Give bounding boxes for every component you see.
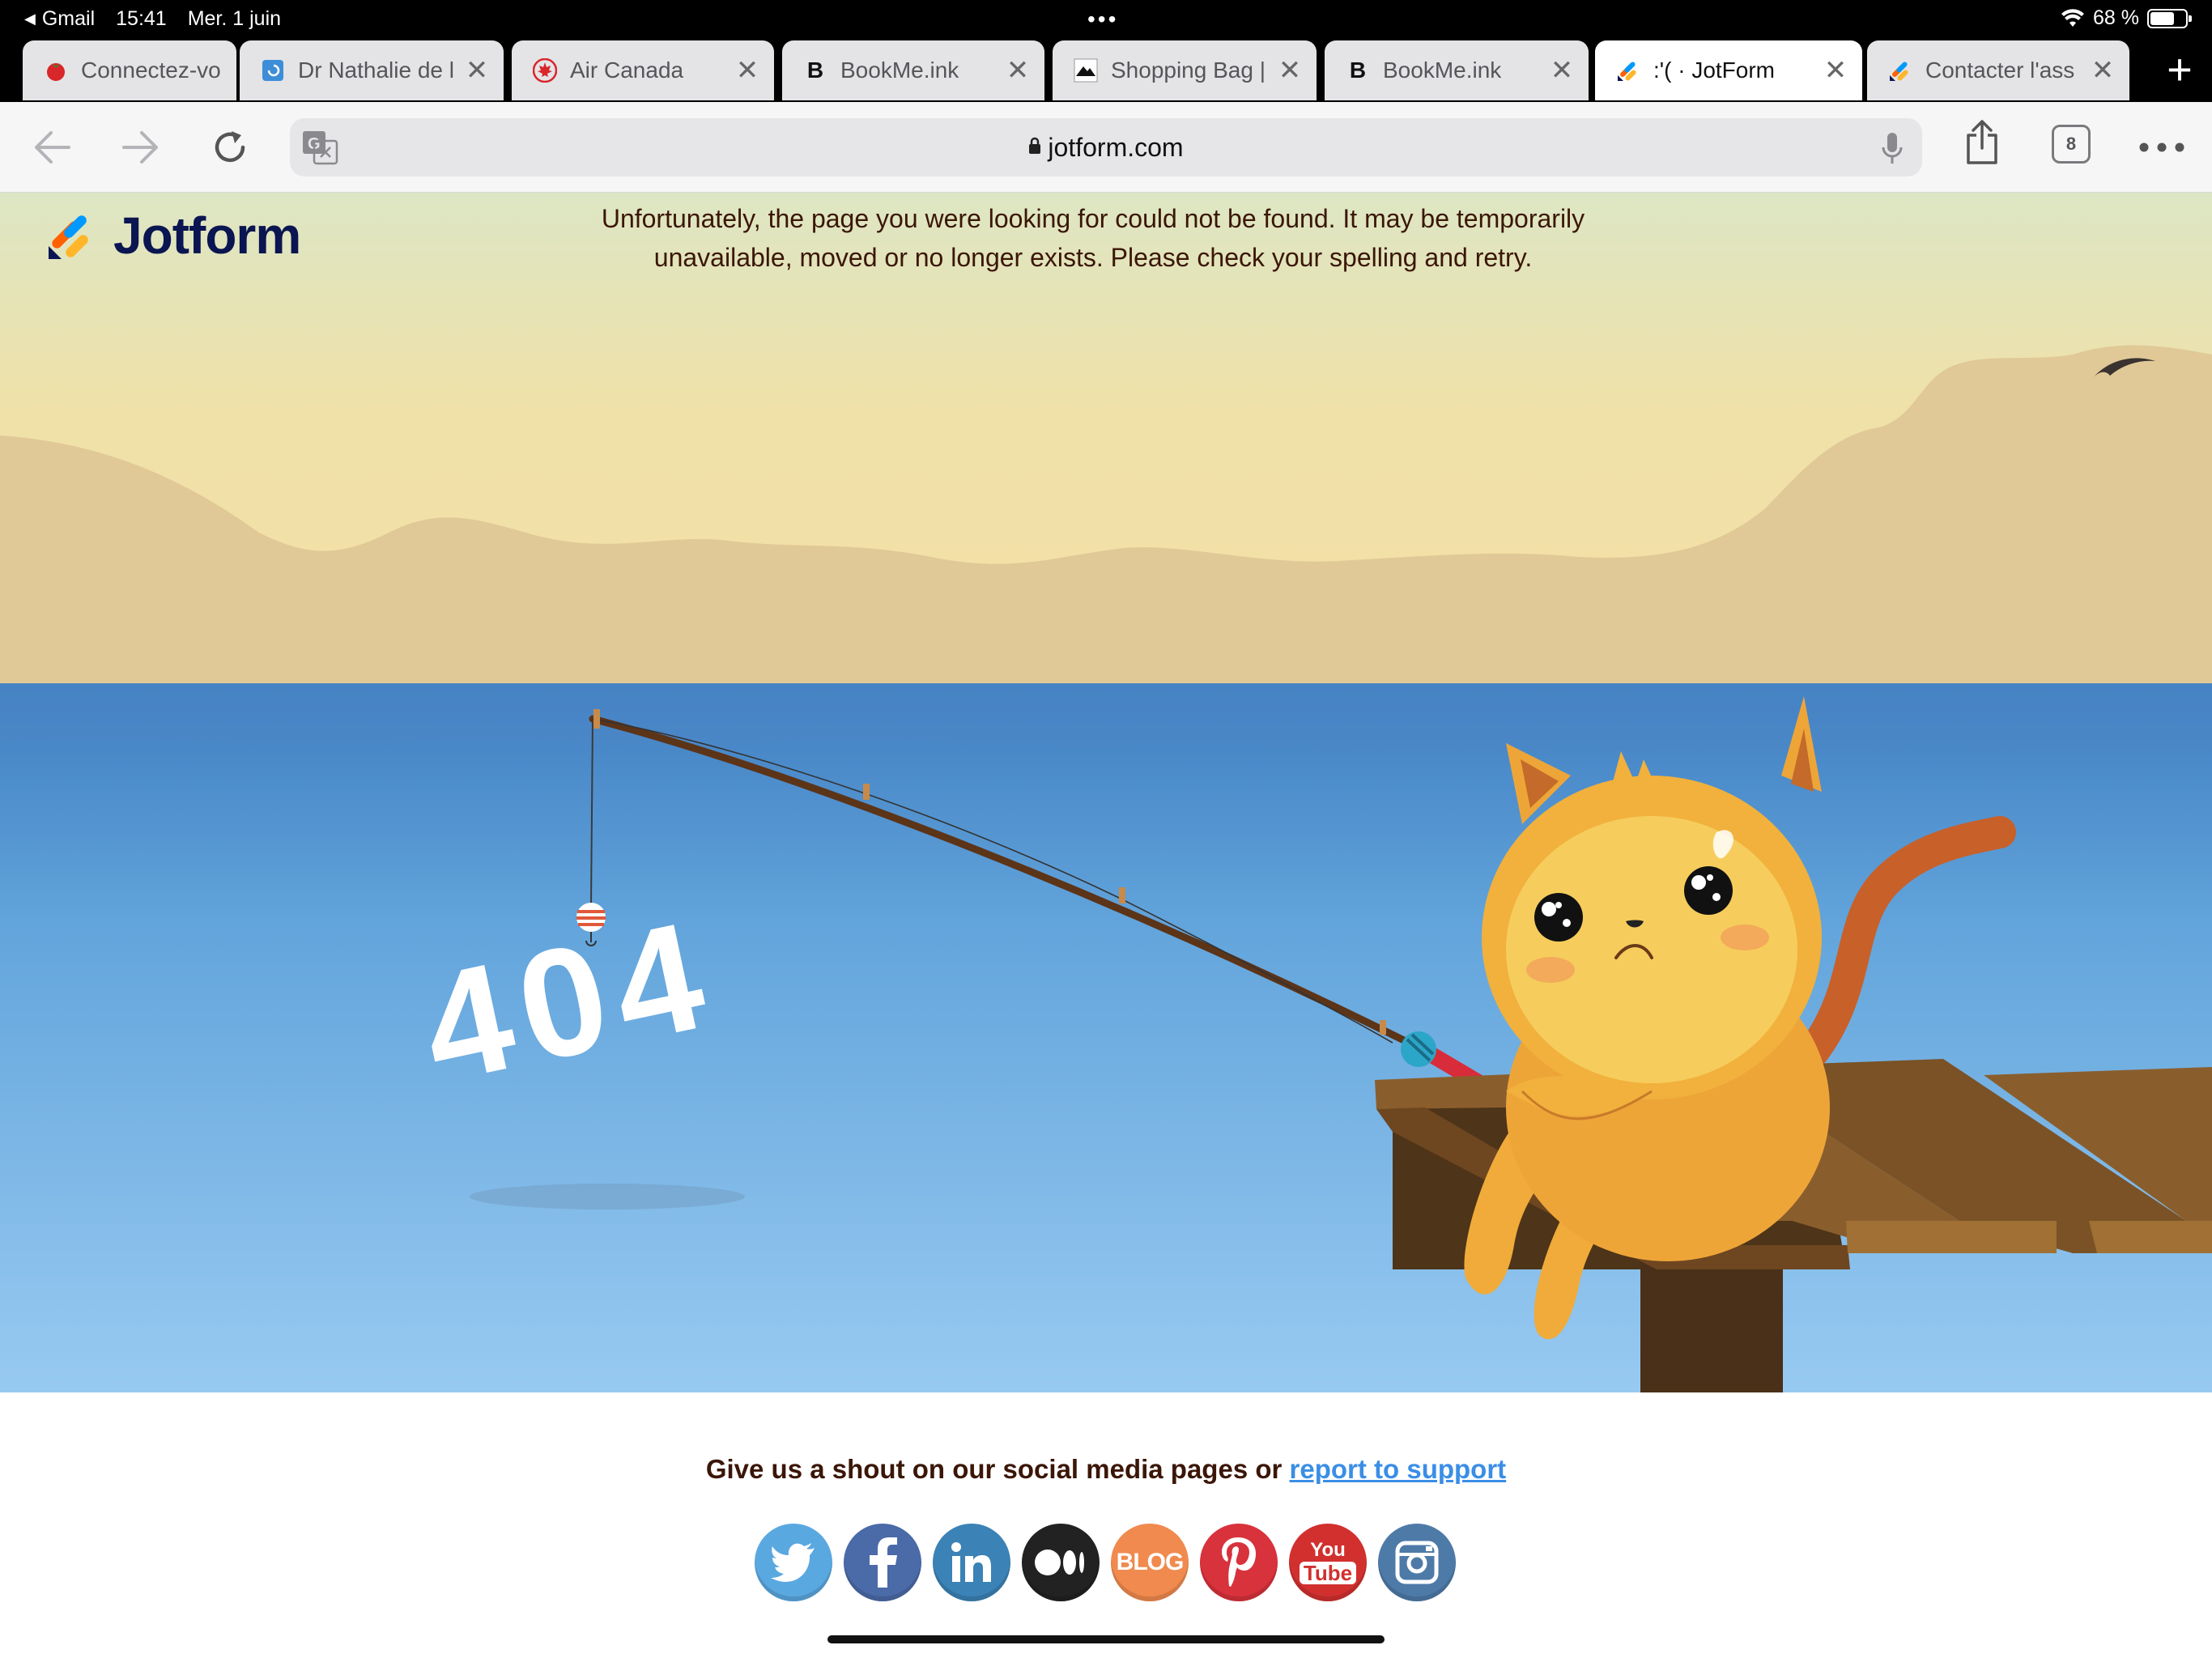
tab-label: Dr Nathalie de l — [298, 57, 454, 83]
web-page: 404 Jotform Unfortunately, the page you … — [0, 193, 2212, 1658]
back-button[interactable] — [29, 125, 74, 170]
facebook-link[interactable] — [844, 1524, 921, 1601]
not-found-message: Unfortunately, the page you were looking… — [601, 204, 1585, 272]
tab-shopping-bag[interactable]: Shopping Bag | ✕ — [1053, 40, 1317, 100]
facebook-icon — [870, 1537, 897, 1588]
tab-contacter[interactable]: Contacter l'ass ✕ — [1867, 40, 2129, 100]
report-to-support-link[interactable]: report to support — [1290, 1454, 1507, 1484]
browser-toolbar: G jotform.com 8 — [0, 102, 2212, 193]
medium-icon — [1035, 1550, 1084, 1575]
b-letter-icon: B — [1349, 57, 1367, 83]
pinterest-icon — [1222, 1537, 1256, 1587]
tab-label: Contacter l'ass — [1925, 57, 2075, 83]
jotform-icon — [1888, 58, 1912, 83]
home-indicator[interactable] — [827, 1635, 1385, 1643]
jotform-logo-icon — [49, 215, 88, 259]
jotform-icon — [1616, 58, 1640, 83]
medium-link[interactable] — [1022, 1524, 1100, 1601]
close-tab-icon[interactable]: ✕ — [465, 54, 489, 87]
mountain-icon — [1074, 58, 1098, 83]
blog-link[interactable]: BLOG — [1111, 1524, 1189, 1601]
battery-percent: 68 % — [2093, 6, 2139, 29]
tab-label: :'( · JotForm — [1653, 57, 1776, 83]
wifi-icon — [2061, 8, 2085, 27]
youtube-link[interactable]: You Tube — [1289, 1524, 1367, 1601]
back-app-label: Gmail — [41, 7, 96, 30]
back-to-app-link[interactable]: ◀ Gmail — [24, 7, 95, 31]
twitter-icon — [771, 1543, 815, 1582]
date: Mer. 1 juin — [187, 7, 282, 30]
microphone-icon[interactable] — [1880, 131, 1904, 165]
instagram-link[interactable] — [1378, 1524, 1456, 1601]
close-tab-icon[interactable]: ✕ — [1006, 54, 1030, 87]
status-bar: ◀ Gmail 15:41 Mer. 1 juin ••• 68 % — [0, 0, 2212, 39]
jotform-wordmark: Jotform — [113, 206, 301, 265]
reload-button[interactable] — [207, 125, 253, 170]
close-tab-icon[interactable]: ✕ — [1550, 54, 1574, 87]
tab-jotform-active[interactable]: :'( · JotForm ✕ — [1595, 40, 1862, 100]
tab-overview-button[interactable]: 8 — [2052, 125, 2091, 164]
tab-air-canada[interactable]: Air Canada ✕ — [512, 40, 774, 100]
youtube-tube: Tube — [1299, 1562, 1357, 1584]
arrow-left-icon — [35, 131, 70, 164]
battery-icon — [2147, 8, 2192, 28]
fishing-reel — [1401, 1031, 1436, 1067]
clinic-icon — [261, 58, 285, 83]
tab-label: Shopping Bag | — [1111, 57, 1266, 83]
tab-label: Air Canada — [570, 57, 684, 83]
youtube-you: You — [1310, 1539, 1346, 1561]
twitter-link[interactable] — [755, 1524, 832, 1601]
b-letter-icon: B — [806, 57, 824, 83]
maple-leaf-icon — [533, 58, 557, 83]
tab-bookme-1[interactable]: B BookMe.ink ✕ — [782, 40, 1044, 100]
shout-text: Give us a shout on our social media page… — [0, 1454, 2212, 1485]
lock-icon — [1028, 137, 1041, 160]
tab-label: Connectez-vo — [81, 57, 221, 83]
share-button[interactable] — [1959, 120, 2005, 165]
blog-icon: BLOG — [1116, 1549, 1185, 1575]
tab-bar: Connectez-vo Dr Nathalie de l ✕ Air Cana… — [0, 39, 2212, 102]
close-tab-icon[interactable]: ✕ — [1823, 54, 1848, 87]
more-dots-icon — [2139, 142, 2184, 152]
shout-label: Give us a shout on our social media page… — [705, 1454, 1283, 1484]
linkedin-icon — [951, 1542, 991, 1582]
forward-button[interactable] — [118, 125, 164, 170]
new-tab-button[interactable]: + — [2154, 47, 2206, 96]
tab-label: BookMe.ink — [1383, 57, 1502, 83]
multitasking-dots-icon[interactable]: ••• — [1087, 6, 1118, 32]
jotform-logo[interactable]: Jotform — [45, 206, 301, 266]
clock: 15:41 — [116, 7, 167, 30]
url-text: jotform.com — [1048, 133, 1184, 162]
close-tab-icon[interactable]: ✕ — [2091, 54, 2115, 87]
tomato-icon — [44, 58, 68, 83]
share-icon — [1967, 120, 1997, 164]
fishing-cat-illustration: 404 — [0, 193, 2212, 1392]
reload-icon — [215, 131, 245, 163]
back-triangle-icon: ◀ — [24, 11, 36, 27]
more-menu-button[interactable] — [2138, 125, 2186, 170]
address-bar[interactable]: G jotform.com — [290, 118, 1922, 176]
pinterest-link[interactable] — [1200, 1524, 1278, 1601]
screen: { "status_bar": { "back_app": "Gmail", "… — [0, 0, 2212, 1658]
tab-label: BookMe.ink — [840, 57, 959, 83]
tab-dr-nathalie[interactable]: Dr Nathalie de l ✕ — [240, 40, 504, 100]
tab-bookme-2[interactable]: B BookMe.ink ✕ — [1325, 40, 1589, 100]
close-tab-icon[interactable]: ✕ — [735, 54, 759, 87]
page-footer: Give us a shout on our social media page… — [0, 1392, 2212, 1658]
youtube-icon: You Tube — [1299, 1539, 1357, 1584]
linkedin-link[interactable] — [933, 1524, 1010, 1601]
close-tab-icon[interactable]: ✕ — [1278, 54, 1302, 87]
arrow-right-icon — [122, 131, 158, 164]
instagram-icon — [1395, 1541, 1439, 1584]
social-links: BLOG You Tube — [755, 1524, 1456, 1601]
tab-connectez[interactable]: Connectez-vo — [23, 40, 236, 100]
